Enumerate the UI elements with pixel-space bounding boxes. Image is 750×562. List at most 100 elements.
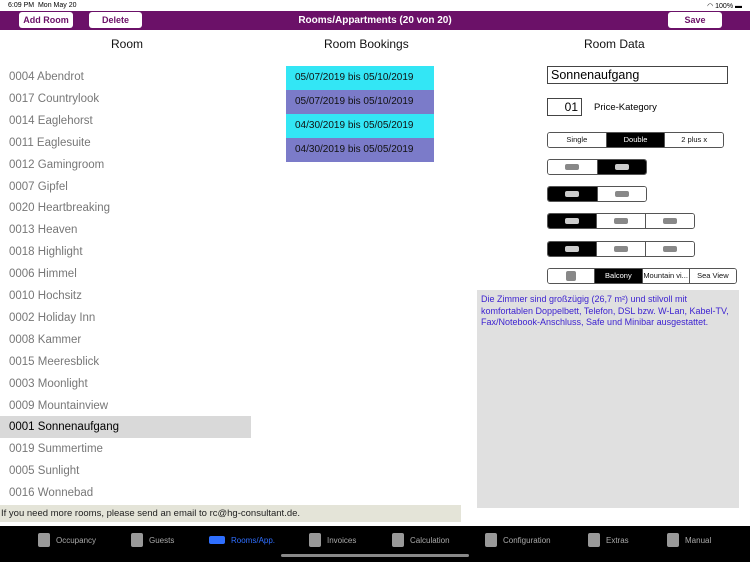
room-list-item[interactable]: 0014 Eaglehorst — [0, 110, 251, 132]
room-list-item[interactable]: 0016 Wonnebad — [0, 482, 251, 504]
price-category-label: Price-Kategory — [594, 102, 657, 113]
no-cigarette-icon — [565, 191, 580, 197]
bed-single[interactable]: Single — [548, 133, 607, 147]
tab-calculation[interactable]: Calculation — [392, 530, 450, 550]
room-list-item[interactable]: 0011 Eaglesuite — [0, 132, 251, 154]
bathtub-option[interactable] — [646, 214, 694, 228]
bed-double[interactable]: Double — [606, 133, 666, 147]
tab-label: Guests — [149, 535, 175, 545]
tab-label: Rooms/App. — [231, 535, 276, 545]
balcony-option[interactable]: Balcony — [595, 269, 643, 283]
tab-extras[interactable]: Extras — [588, 530, 629, 550]
status-bar: 6:09 PM Mon May 20 ◠ 100% ▬ — [0, 0, 750, 11]
bookings-column-header: Room Bookings — [324, 37, 409, 51]
price-category-input[interactable]: 01 — [547, 98, 582, 116]
bath-selector[interactable] — [547, 213, 695, 229]
non-smoking-option[interactable] — [548, 187, 598, 201]
extras-icon — [588, 533, 600, 547]
calculation-icon — [392, 533, 404, 547]
room-list-item[interactable]: 0007 Gipfel — [0, 176, 251, 198]
room-list-item[interactable]: 0012 Gamingroom — [0, 154, 251, 176]
room-list-item[interactable]: 0017 Countrylook — [0, 88, 251, 110]
bed-type-selector[interactable]: Single Double 2 plus x — [547, 132, 724, 148]
tab-occupancy[interactable]: Occupancy — [38, 530, 96, 550]
safe-icon — [663, 246, 677, 252]
coffee-machine-option[interactable] — [597, 242, 646, 256]
cigarette-icon — [614, 191, 629, 197]
tab-label: Invoices — [327, 535, 357, 545]
bathtub-icon — [663, 218, 677, 224]
room-list-item[interactable]: 0003 Moonlight — [0, 373, 251, 395]
room-list-item[interactable]: 0018 Highlight — [0, 241, 251, 263]
shower-option[interactable] — [597, 214, 646, 228]
tab-label: Occupancy — [56, 535, 97, 545]
occupancy-icon — [38, 533, 50, 547]
room-name-input[interactable]: Sonnenaufgang — [547, 66, 728, 84]
room-list-item[interactable]: 0020 Heartbreaking — [0, 197, 251, 219]
booking-item[interactable]: 05/07/2019 bis 05/10/2019 — [286, 66, 434, 90]
room-list-item[interactable]: 0009 Mountainview — [0, 395, 251, 417]
no-pets-option[interactable] — [548, 160, 598, 174]
battery-level: 100% — [715, 3, 734, 10]
booking-item[interactable]: 04/30/2019 bis 05/05/2019 — [286, 114, 434, 138]
configuration-icon — [485, 533, 497, 547]
pets-selector[interactable] — [547, 159, 647, 175]
room-list-item[interactable]: 0008 Kammer — [0, 329, 251, 351]
coffee-machine-icon — [614, 246, 628, 252]
header-bar: Rooms/Appartments (20 von 20) Add Room D… — [0, 11, 750, 30]
rooms-icon — [209, 536, 225, 544]
sea-view-option[interactable]: Sea View — [689, 269, 736, 283]
room-list-item[interactable]: 0005 Sunlight — [0, 460, 251, 482]
cat-icon — [614, 164, 629, 170]
room-description[interactable]: Die Zimmer sind großzügig (26,7 m²) und … — [477, 290, 739, 508]
rain-shower-icon — [565, 218, 579, 224]
manual-icon — [667, 533, 679, 547]
tab-label: Extras — [606, 535, 629, 545]
add-room-button[interactable]: Add Room — [19, 12, 73, 28]
tab-label: Configuration — [503, 535, 551, 545]
rain-shower-option[interactable] — [548, 214, 597, 228]
booking-item[interactable]: 05/07/2019 bis 05/10/2019 — [286, 90, 434, 114]
room-list-item[interactable]: 0010 Hochsitz — [0, 285, 251, 307]
pets-allowed-option[interactable] — [597, 160, 646, 174]
tab-configuration[interactable]: Configuration — [485, 530, 551, 550]
view-selector[interactable]: Balcony Mountain vi... Sea View — [547, 268, 737, 284]
window-option[interactable] — [548, 269, 596, 283]
booking-item[interactable]: 04/30/2019 bis 05/05/2019 — [286, 138, 434, 162]
battery-icon: ▬ — [735, 3, 742, 10]
home-indicator — [281, 554, 469, 557]
room-data-column-header: Room Data — [584, 37, 645, 51]
room-list-item[interactable]: 0002 Holiday Inn — [0, 307, 251, 329]
room-list-item[interactable]: 0004 Abendrot — [0, 66, 251, 88]
delete-button[interactable]: Delete — [89, 12, 142, 28]
window-icon — [566, 271, 577, 281]
room-column-header: Room — [111, 37, 144, 51]
tab-rooms[interactable]: Rooms/App. — [209, 530, 275, 550]
wifi-icon: ◠ — [707, 3, 716, 10]
smoking-selector[interactable] — [547, 186, 647, 202]
footer-message: If you need more rooms, please send an e… — [0, 505, 461, 522]
mountain-view-option[interactable]: Mountain vi... — [642, 269, 690, 283]
amenities-selector[interactable] — [547, 241, 695, 257]
guests-icon — [131, 533, 143, 547]
room-list-item[interactable]: 0001 Sonnenaufgang — [0, 416, 251, 439]
save-button[interactable]: Save — [668, 12, 722, 28]
tab-manual[interactable]: Manual — [667, 530, 711, 550]
minibar-icon — [565, 246, 579, 252]
invoices-icon — [309, 533, 321, 547]
tab-label: Calculation — [410, 535, 450, 545]
smoking-option[interactable] — [597, 187, 646, 201]
room-list-item[interactable]: 0006 Himmel — [0, 263, 251, 285]
no-cat-icon — [565, 164, 580, 170]
bed-2plus[interactable]: 2 plus x — [665, 133, 723, 147]
tab-guests[interactable]: Guests — [131, 530, 174, 550]
tab-invoices[interactable]: Invoices — [309, 530, 356, 550]
room-list-item[interactable]: 0019 Summertime — [0, 438, 251, 460]
status-time: 6:09 PM — [8, 2, 35, 9]
shower-icon — [614, 218, 628, 224]
room-list-item[interactable]: 0015 Meeresblick — [0, 351, 251, 373]
room-list-item[interactable]: 0013 Heaven — [0, 219, 251, 241]
minibar-option[interactable] — [548, 242, 597, 256]
safe-option[interactable] — [646, 242, 694, 256]
status-date: Mon May 20 — [37, 2, 77, 9]
